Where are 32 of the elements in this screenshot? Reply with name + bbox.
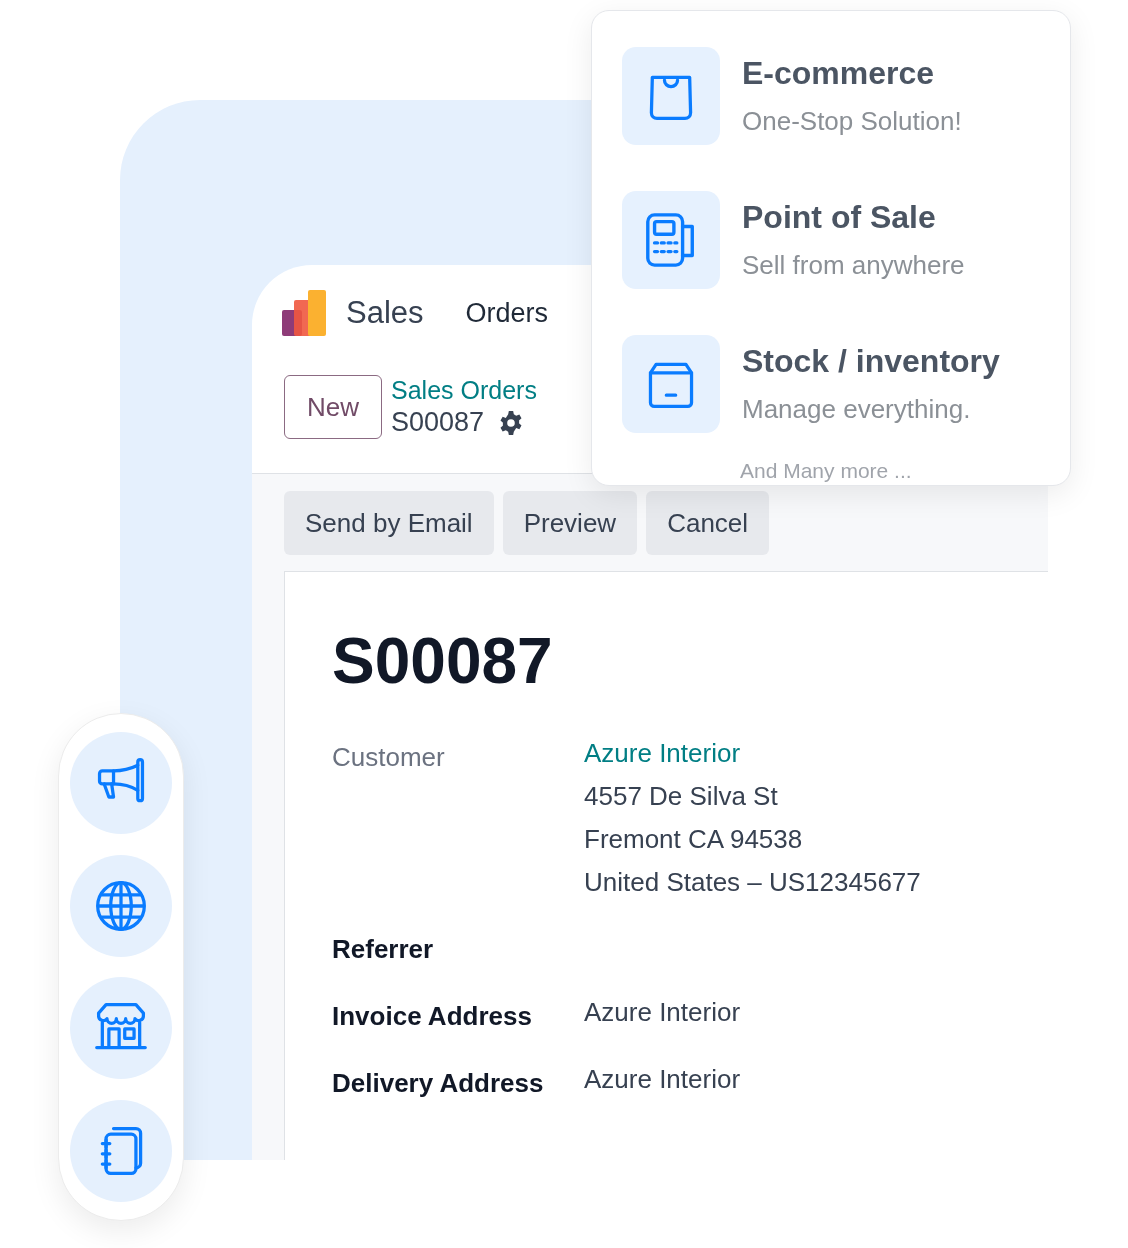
field-label: Customer: [332, 741, 446, 774]
customer-link[interactable]: Azure Interior: [584, 738, 1048, 769]
action-button[interactable]: Send by Email: [284, 491, 494, 555]
feature-subtitle: Sell from anywhere: [742, 250, 965, 281]
field-label: Delivery Address: [332, 1067, 545, 1099]
feature-subtitle: Manage everything.: [742, 394, 972, 425]
card-terminal-icon: [622, 191, 720, 289]
feature-subtitle: One-Stop Solution!: [742, 106, 962, 137]
action-button[interactable]: Preview: [502, 491, 638, 555]
address-line: Fremont CA 94538: [584, 824, 804, 855]
address-line: United States – US12345677: [584, 867, 922, 898]
app-name: Sales: [346, 295, 424, 331]
address-line: 4557 De Silva St: [584, 781, 779, 812]
feature-title: Stock / inventory: [742, 343, 1000, 380]
megaphone-icon[interactable]: [70, 732, 172, 834]
record-title: S00087: [332, 624, 554, 698]
box-icon: [622, 335, 720, 433]
menu-item[interactable]: Orders: [465, 297, 549, 329]
bar-chart-logo-icon: [282, 290, 328, 336]
field-label: Invoice Address: [332, 1000, 533, 1032]
action-button[interactable]: Cancel: [646, 491, 770, 555]
field-value: Azure Interior: [584, 997, 742, 1028]
feature-title: Point of Sale: [742, 199, 937, 236]
bag-icon: [622, 47, 720, 145]
new-button[interactable]: New: [284, 375, 382, 439]
feature-title: E-commerce: [742, 55, 936, 92]
more-note: And Many more ...: [740, 459, 913, 483]
field-value: Azure Interior: [584, 1064, 742, 1095]
breadcrumb-link[interactable]: Sales Orders: [391, 376, 537, 405]
field-label: Referrer: [332, 933, 435, 965]
record-name: S00087: [391, 407, 485, 438]
notebook-icon[interactable]: [70, 1099, 172, 1202]
